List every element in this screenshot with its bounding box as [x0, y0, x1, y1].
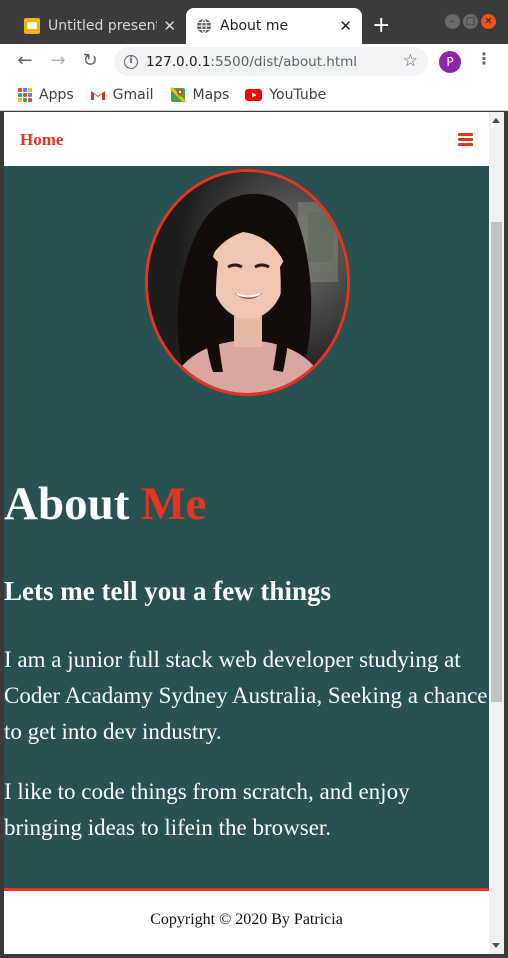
- tab-untitled-presentation[interactable]: Untitled presentation ✕: [14, 8, 186, 44]
- bookmark-label: Maps: [192, 86, 230, 103]
- window-controls: – □ ✕: [445, 14, 496, 29]
- maps-icon: [169, 86, 186, 103]
- google-slides-icon: [24, 18, 40, 34]
- profile-avatar[interactable]: P: [439, 51, 461, 73]
- bookmark-apps[interactable]: Apps: [18, 87, 74, 103]
- youtube-icon: [245, 88, 263, 101]
- bookmark-maps[interactable]: Maps: [169, 86, 230, 103]
- bookmarks-bar: Apps Gmail Maps YouTube: [0, 79, 508, 111]
- apps-grid-icon: [18, 87, 32, 102]
- heading-me: Me: [141, 478, 207, 530]
- home-link[interactable]: Home: [20, 130, 63, 150]
- bookmark-youtube[interactable]: YouTube: [245, 87, 326, 103]
- close-icon[interactable]: ✕: [339, 17, 352, 35]
- minimize-button[interactable]: –: [445, 14, 460, 29]
- gmail-icon: [90, 90, 105, 100]
- page-footer: Copyright © 2020 By Patricia: [4, 888, 489, 954]
- forward-arrow-icon[interactable]: →: [45, 48, 71, 74]
- vertical-scrollbar[interactable]: [489, 112, 504, 954]
- hamburger-icon[interactable]: [458, 133, 473, 146]
- tab-strip: Untitled presentation ✕ About me ✕ + – □…: [0, 0, 508, 44]
- info-icon[interactable]: i: [124, 54, 138, 69]
- site-navbar: Home: [4, 112, 489, 166]
- section-subheading: Lets me tell you a few things: [4, 576, 331, 606]
- back-arrow-icon[interactable]: ←: [12, 48, 38, 74]
- url-host: 127.0.0.1: [146, 53, 211, 70]
- copyright-text: Copyright © 2020 By Patricia: [150, 911, 343, 928]
- menu-dots-icon[interactable]: ⋮: [476, 49, 492, 68]
- bookmark-label: Gmail: [112, 86, 154, 103]
- tab-title: Untitled presentation: [48, 18, 157, 34]
- bookmark-label: YouTube: [269, 86, 327, 103]
- heading-about: About: [4, 478, 130, 530]
- scroll-down-arrow-icon[interactable]: [492, 943, 500, 948]
- scroll-up-arrow-icon[interactable]: [492, 118, 500, 123]
- globe-icon: [197, 18, 211, 34]
- intro-paragraph: I am a junior full stack web developer s…: [4, 647, 488, 744]
- close-window-button[interactable]: ✕: [481, 14, 496, 29]
- browser-toolbar: ← → ↻ i 127.0.0.1:5500/dist/about.html ☆…: [0, 44, 508, 79]
- close-icon[interactable]: ✕: [163, 17, 176, 35]
- address-bar[interactable]: i 127.0.0.1:5500/dist/about.html ☆: [114, 47, 428, 76]
- interests-paragraph: I like to code things from scratch, and …: [4, 779, 410, 840]
- tab-title: About me: [220, 18, 289, 34]
- tab-about-me[interactable]: About me ✕: [186, 8, 362, 44]
- new-tab-button[interactable]: +: [372, 12, 390, 40]
- about-section: About Me Lets me tell you a few things I…: [4, 166, 489, 890]
- url-path: :5500/dist/about.html: [210, 53, 358, 70]
- scrollbar-thumb[interactable]: [491, 222, 502, 702]
- maximize-button[interactable]: □: [463, 14, 478, 29]
- bookmark-star-icon[interactable]: ☆: [403, 51, 418, 71]
- profile-photo: [145, 169, 350, 396]
- reload-icon[interactable]: ↻: [77, 48, 103, 74]
- page-title: About Me: [4, 478, 206, 530]
- bookmark-gmail[interactable]: Gmail: [90, 87, 154, 103]
- page-viewport: Home About Me Lets me tell you a few thi…: [4, 112, 489, 954]
- bookmark-label: Apps: [39, 86, 74, 103]
